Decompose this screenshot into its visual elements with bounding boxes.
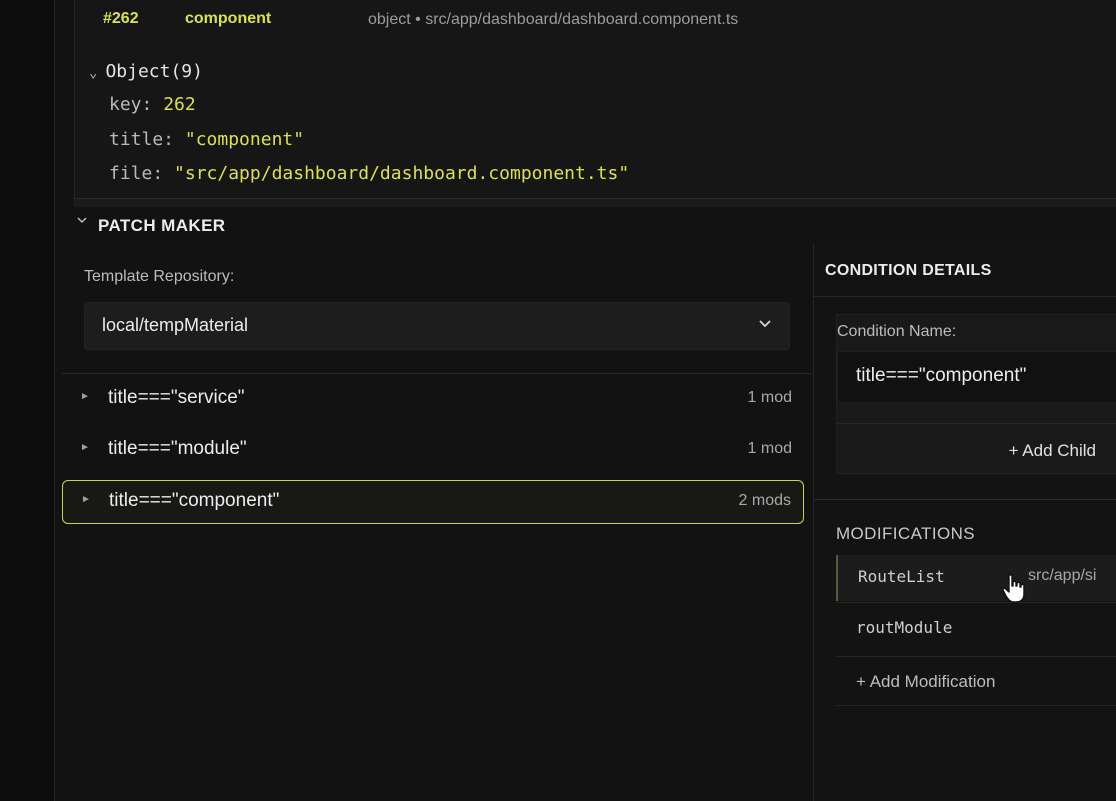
left-gutter xyxy=(0,0,54,801)
condition-item-selected[interactable]: ► title==="component" 2 mods xyxy=(62,480,804,524)
modification-path: src/app/si xyxy=(1028,567,1097,584)
mod-count: 1 mod xyxy=(747,440,792,457)
prop-name: key: xyxy=(109,94,153,115)
node-inspector: #262 component object • src/app/dashboar… xyxy=(74,0,1116,204)
condition-name-label: Condition Name: xyxy=(837,323,957,340)
condition-editor: Condition Name: title==="component" + Ad… xyxy=(836,314,1116,474)
modification-name: RouteList xyxy=(858,567,945,586)
prop-value: "src/app/dashboard/dashboard.component.t… xyxy=(174,163,630,184)
caret-right-icon: ► xyxy=(81,494,91,505)
divider xyxy=(814,499,1116,500)
condition-item[interactable]: ► title==="module" 1 mod xyxy=(62,429,804,473)
condition-item[interactable]: ► title==="service" 1 mod xyxy=(62,378,804,422)
divider xyxy=(836,705,1116,706)
mod-count: 2 mods xyxy=(738,492,791,509)
condition-name-input[interactable]: title==="component" xyxy=(837,351,1116,403)
condition-details-panel: CONDITION DETAILS Condition Name: title=… xyxy=(814,244,1116,801)
repo-label: Template Repository: xyxy=(84,268,235,285)
chevron-down-icon xyxy=(757,315,773,331)
chevron-down-icon: ⌄ xyxy=(89,65,98,81)
condition-details-title: CONDITION DETAILS xyxy=(825,262,992,279)
condition-label: title==="component" xyxy=(109,490,280,511)
patch-maker-header[interactable]: PATCH MAKER xyxy=(74,212,674,240)
condition-label: title==="service" xyxy=(108,387,245,408)
divider xyxy=(836,602,1116,603)
pointer-hand-icon xyxy=(1000,572,1028,604)
modification-item[interactable]: RouteList src/app/si xyxy=(836,555,1116,601)
repo-value: local/tempMaterial xyxy=(102,315,249,335)
prop-key: key: 262 xyxy=(109,94,196,115)
divider xyxy=(814,296,1116,297)
divider xyxy=(837,423,1116,424)
caret-right-icon: ► xyxy=(80,442,90,453)
object-toggle[interactable]: ⌄ Object(9) xyxy=(89,61,203,82)
modification-item[interactable]: routModule xyxy=(836,606,1116,652)
node-header[interactable]: #262 component object • src/app/dashboar… xyxy=(75,0,1116,40)
prop-name: title: xyxy=(109,129,175,150)
divider xyxy=(836,656,1116,657)
object-label: Object(9) xyxy=(105,61,203,82)
caret-right-icon: ► xyxy=(80,391,90,402)
prop-file: file: "src/app/dashboard/dashboard.compo… xyxy=(109,163,629,184)
prop-name: file: xyxy=(109,163,164,184)
gutter-divider xyxy=(54,0,55,801)
chevron-down-icon xyxy=(76,214,88,229)
node-meta: object • src/app/dashboard/dashboard.com… xyxy=(368,11,739,28)
divider xyxy=(62,373,812,374)
modification-name: routModule xyxy=(856,618,953,637)
add-modification-button[interactable]: + Add Modification xyxy=(856,672,995,692)
modifications-title: MODIFICATIONS xyxy=(836,524,975,543)
template-repo-select[interactable]: local/tempMaterial xyxy=(84,302,790,350)
patch-maker-title: PATCH MAKER xyxy=(98,216,226,235)
node-id: #262 xyxy=(103,10,139,27)
add-child-button[interactable]: + Add Child xyxy=(1009,441,1096,461)
inspector-resize-handle[interactable] xyxy=(74,198,1116,207)
condition-name-value: title==="component" xyxy=(856,365,1027,386)
node-title: component xyxy=(185,10,272,27)
prop-value: "component" xyxy=(184,129,305,150)
condition-label: title==="module" xyxy=(108,438,247,459)
prop-title: title: "component" xyxy=(109,129,304,150)
prop-value: 262 xyxy=(163,94,196,115)
mod-count: 1 mod xyxy=(747,389,792,406)
